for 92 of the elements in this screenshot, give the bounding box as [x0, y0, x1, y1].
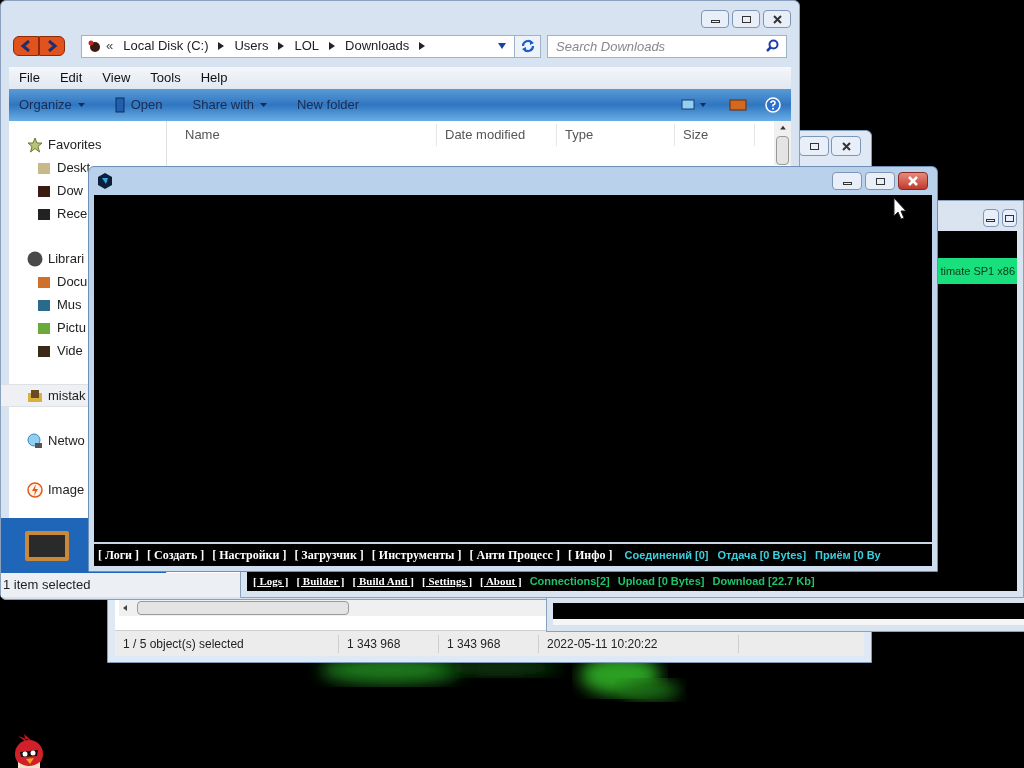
minimize-button[interactable]	[701, 10, 729, 28]
breadcrumb-item[interactable]: Users	[234, 36, 269, 56]
menu-item[interactable]: Tools	[140, 68, 191, 88]
close-icon	[841, 141, 851, 151]
nav-item[interactable]: Image	[9, 478, 85, 501]
close-icon	[772, 14, 782, 24]
horizontal-scrollbar[interactable]	[119, 600, 549, 616]
refresh-button[interactable]	[514, 35, 540, 57]
forward-button[interactable]	[39, 36, 65, 56]
dropdown-icon[interactable]	[498, 43, 506, 49]
back-icon	[20, 40, 32, 52]
column-header[interactable]: Name	[167, 124, 437, 146]
status-text: Соединений [0]	[624, 547, 709, 563]
overflow-chevron[interactable]: «	[106, 36, 114, 56]
close-button[interactable]	[831, 136, 861, 156]
status-text: Connections[2]	[529, 573, 610, 589]
close-button[interactable]	[763, 10, 791, 28]
star-icon	[27, 136, 43, 153]
status-text: 1 / 5 object(s) selected	[115, 634, 339, 653]
status-text: 1 343 968	[439, 634, 539, 653]
breadcrumb-item[interactable]: LOL	[294, 36, 319, 56]
caret-icon	[77, 103, 85, 107]
menu-item[interactable]: Edit	[49, 68, 93, 88]
status-text: Download [22.7 Kb]	[712, 573, 815, 589]
chevron-right-icon[interactable]	[419, 42, 426, 50]
menu-link[interactable]: [ Логи ]	[98, 546, 139, 564]
maximize-button[interactable]	[865, 172, 895, 190]
menu-link[interactable]: [ Builder ]	[296, 572, 345, 590]
status-text: Приём [0 By	[815, 547, 881, 563]
status-text: Отдача [0 Bytes]	[717, 547, 807, 563]
breadcrumb-item[interactable]: Local Disk (C:)	[123, 36, 209, 56]
status-text: 2022-05-11 10:20:22	[539, 634, 739, 653]
maximize-button[interactable]	[1001, 209, 1017, 227]
menu-link[interactable]: [ About ]	[480, 572, 522, 590]
menu-link[interactable]: [ Создать ]	[147, 546, 205, 564]
menu-link[interactable]: [ Загрузчик ]	[294, 546, 364, 564]
vertical-scrollbar[interactable]	[774, 121, 791, 165]
close-icon	[908, 176, 918, 186]
nav-item[interactable]: Deskt	[9, 156, 91, 179]
scrollbar-thumb[interactable]	[137, 601, 349, 615]
minimize-button[interactable]	[983, 209, 999, 227]
banner-text: timate SP1 x86	[940, 263, 1016, 279]
menu-link[interactable]: [ Инфо ]	[567, 546, 613, 564]
chevron-right-icon[interactable]	[278, 42, 285, 50]
menu-item[interactable]: Help	[190, 68, 238, 88]
menu-link[interactable]: [ Settings ]	[421, 572, 473, 590]
nav-item[interactable]: Dow	[9, 179, 83, 202]
chevron-right-icon[interactable]	[218, 42, 225, 50]
nav-item[interactable]: Netwo	[9, 429, 85, 452]
address-bar[interactable]: « Local Disk (C:) Users LOL Downloads	[81, 34, 541, 58]
menu-item[interactable]: File	[9, 68, 50, 88]
nav-item[interactable]: Librari	[9, 247, 85, 270]
menu-link[interactable]: [ Build Anti ]	[352, 572, 414, 590]
menu-item[interactable]: View	[92, 68, 141, 88]
column-header[interactable]: Date modified	[437, 124, 557, 146]
nav-item[interactable]: Rece	[9, 202, 88, 225]
lightning-icon	[27, 481, 43, 498]
nav-item[interactable]: mistak	[1, 384, 89, 407]
menu-link[interactable]: [ Инструменты ]	[371, 546, 462, 564]
refresh-icon	[520, 39, 535, 53]
caret-icon	[260, 103, 267, 107]
app-icon	[97, 173, 113, 189]
bird-icon[interactable]	[12, 732, 46, 768]
nav-item[interactable]: Vide	[9, 339, 83, 362]
status-text: Upload [0 Bytes]	[617, 573, 705, 589]
minimize-button[interactable]	[832, 172, 862, 190]
status-text: 1 item selected	[2, 576, 91, 595]
menu-link[interactable]: [ Logs ]	[253, 572, 289, 590]
status-text: 1 343 968	[339, 634, 439, 653]
search-field[interactable]: Search Downloads	[547, 35, 787, 58]
back-button[interactable]	[13, 36, 39, 56]
circle-icon	[27, 250, 43, 267]
nav-item[interactable]: Mus	[9, 293, 82, 316]
menu-link[interactable]: [ Анти Процесс ]	[469, 546, 560, 564]
cursor-icon	[893, 197, 907, 221]
column-header[interactable]: Type	[557, 124, 675, 146]
breadcrumb-item[interactable]: Downloads	[345, 36, 410, 56]
chevron-right-icon[interactable]	[329, 42, 335, 50]
menu-link[interactable]: [ Настройки ]	[212, 546, 287, 564]
view-icon[interactable]	[681, 99, 707, 111]
scrollbar-thumb[interactable]	[776, 136, 789, 165]
globe-icon	[27, 432, 43, 449]
help-icon[interactable]	[765, 97, 781, 113]
forward-icon	[46, 40, 58, 52]
nav-item[interactable]: Favorites	[9, 133, 102, 156]
maximize-button[interactable]	[732, 10, 760, 28]
column-header[interactable]: Size	[675, 124, 755, 146]
maximize-button[interactable]	[799, 136, 829, 156]
nav-item[interactable]: Docu	[9, 270, 88, 293]
close-button[interactable]	[898, 172, 928, 190]
search-icon[interactable]	[766, 39, 779, 52]
nav-item[interactable]: Pictu	[9, 316, 86, 339]
